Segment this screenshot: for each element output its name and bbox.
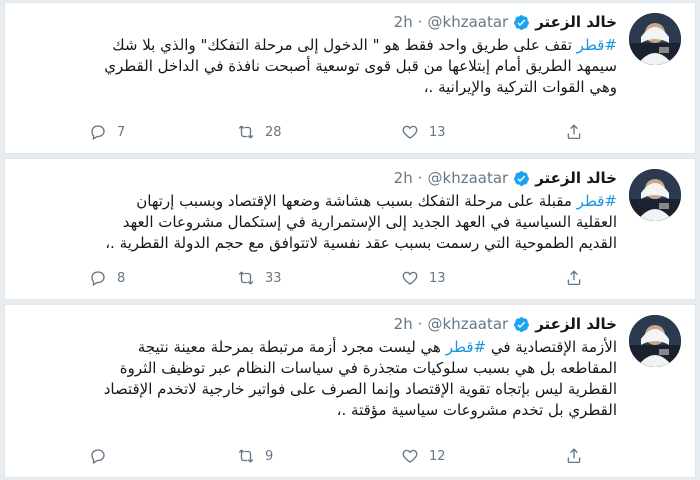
retweet-button[interactable]: 28 [237, 123, 282, 141]
retweet-count: 33 [265, 270, 282, 286]
timestamp[interactable]: 2h [394, 313, 413, 335]
tweet-line: الأزمة الإقتصادية في #قطر هي ليست مجرد أ… [17, 337, 617, 358]
tweet-line-text: مقبلة على مرحلة التفكك بسبب هشاشة وضعها … [136, 192, 577, 210]
user-handle[interactable]: @khzaatar [428, 167, 509, 189]
reply-button[interactable]: 7 [89, 123, 125, 141]
share-button[interactable] [565, 123, 583, 141]
share-button[interactable] [565, 447, 583, 465]
heart-icon [402, 271, 418, 285]
tweet-line: العقلية السياسية في العهد الجديد إلى الإ… [122, 213, 617, 231]
retweet-icon [238, 271, 254, 285]
tweet-text: #قطر تقف على طريق واحد فقط هو " الدخول إ… [17, 35, 617, 98]
user-handle[interactable]: @khzaatar [428, 11, 509, 33]
share-icon [567, 270, 581, 286]
retweet-button[interactable]: 9 [237, 447, 273, 465]
like-count: 13 [429, 270, 446, 286]
reply-icon [91, 449, 105, 464]
tweet-text: #قطر مقبلة على مرحلة التفكك بسبب هشاشة و… [17, 191, 617, 254]
retweet-icon [238, 449, 254, 463]
tweet-header: خالد الزعتر @khzaatar · 2h [17, 167, 617, 189]
reply-icon [91, 125, 105, 140]
tweet-line: القطري بل تخدم مشروعات سياسية مؤقتة .، [336, 401, 617, 419]
reply-button[interactable] [89, 447, 117, 465]
like-button[interactable]: 12 [401, 447, 446, 465]
avatar[interactable] [629, 169, 681, 221]
verified-badge-icon [513, 316, 530, 333]
tweet[interactable]: خالد الزعتر @khzaatar · 2h #قطر تقف على … [4, 2, 696, 154]
retweet-count: 9 [265, 448, 274, 464]
retweet-button[interactable]: 33 [237, 269, 282, 287]
verified-badge-icon [513, 170, 530, 187]
tweet-feed: خالد الزعتر @khzaatar · 2h #قطر تقف على … [0, 0, 700, 480]
hashtag-link[interactable]: #قطر [577, 36, 617, 54]
tweet-line-text: الأزمة الإقتصادية في [486, 338, 617, 356]
heart-icon [402, 449, 418, 463]
separator-dot: · [417, 169, 423, 187]
separator-dot: · [417, 13, 423, 31]
tweet-actions: 8 33 13 [17, 269, 617, 291]
tweet-line: #قطر مقبلة على مرحلة التفكك بسبب هشاشة و… [17, 191, 617, 212]
like-count: 12 [429, 448, 446, 464]
hashtag-link[interactable]: #قطر [446, 338, 486, 356]
tweet-line: #قطر تقف على طريق واحد فقط هو " الدخول إ… [17, 35, 617, 56]
avatar[interactable] [629, 315, 681, 367]
share-icon [567, 448, 581, 464]
timestamp[interactable]: 2h [394, 11, 413, 33]
like-button[interactable]: 13 [401, 269, 446, 287]
tweet-text: الأزمة الإقتصادية في #قطر هي ليست مجرد أ… [17, 337, 617, 421]
reply-count: 7 [117, 124, 126, 140]
avatar[interactable] [629, 13, 681, 65]
tweet-line-text: تقف على طريق واحد فقط هو " الدخول إلى مر… [112, 36, 577, 54]
share-icon [567, 124, 581, 140]
tweet[interactable]: خالد الزعتر @khzaatar · 2h الأزمة الإقتص… [4, 304, 696, 478]
heart-icon [402, 125, 418, 139]
display-name[interactable]: خالد الزعتر [535, 313, 617, 335]
reply-button[interactable]: 8 [89, 269, 125, 287]
share-button[interactable] [565, 269, 583, 287]
reply-icon [91, 271, 105, 286]
user-handle[interactable]: @khzaatar [428, 313, 509, 335]
tweet-header: خالد الزعتر @khzaatar · 2h [17, 11, 617, 33]
display-name[interactable]: خالد الزعتر [535, 11, 617, 33]
verified-badge-icon [513, 14, 530, 31]
like-count: 13 [429, 124, 446, 140]
hashtag-link[interactable]: #قطر [577, 192, 617, 210]
reply-count: 8 [117, 270, 126, 286]
tweet-line: وهي القوات التركية والإيرانية .، [423, 78, 617, 96]
retweet-count: 28 [265, 124, 282, 140]
display-name[interactable]: خالد الزعتر [535, 167, 617, 189]
like-button[interactable]: 13 [401, 123, 446, 141]
retweet-icon [238, 125, 254, 139]
tweet-line-text: هي ليست مجرد أزمة مرتبطة بمرحلة معينة نت… [137, 338, 446, 356]
tweet-actions: 7 28 13 [17, 123, 617, 145]
separator-dot: · [417, 315, 423, 333]
tweet-actions: 9 12 [17, 447, 617, 469]
tweet-line: المقاطعه بل هي بسبب سلوكيات متجذرة في سي… [119, 359, 617, 377]
tweet-line: القديم الطموحية التي رسمت بسبب عقد نفسية… [105, 234, 617, 252]
tweet[interactable]: خالد الزعتر @khzaatar · 2h #قطر مقبلة عل… [4, 158, 696, 300]
tweet-header: خالد الزعتر @khzaatar · 2h [17, 313, 617, 335]
tweet-line: سيمهد الطريق أمام إبتلاعها من قبل قوى تو… [104, 57, 617, 75]
timestamp[interactable]: 2h [394, 167, 413, 189]
tweet-line: القطرية ليس بإتجاه تقوية الإقتصاد وإنما … [103, 380, 617, 398]
